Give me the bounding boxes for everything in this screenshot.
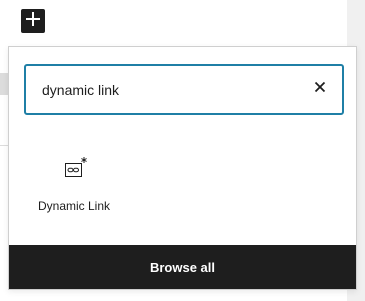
browse-all-button[interactable]: Browse all xyxy=(9,245,356,289)
close-icon xyxy=(314,80,326,98)
block-result-dynamic-link[interactable]: Dynamic Link xyxy=(26,155,122,225)
block-inserter-toggle-button[interactable] xyxy=(21,9,45,33)
dynamic-link-icon xyxy=(59,155,89,185)
block-search-input[interactable] xyxy=(42,66,302,113)
editor-page: Dynamic Link Browse all xyxy=(0,0,365,301)
clear-search-button[interactable] xyxy=(308,77,332,101)
block-result-label: Dynamic Link xyxy=(37,199,111,213)
search-box xyxy=(24,64,344,115)
block-inserter-popover: Dynamic Link Browse all xyxy=(8,46,357,290)
plus-icon xyxy=(26,11,40,31)
